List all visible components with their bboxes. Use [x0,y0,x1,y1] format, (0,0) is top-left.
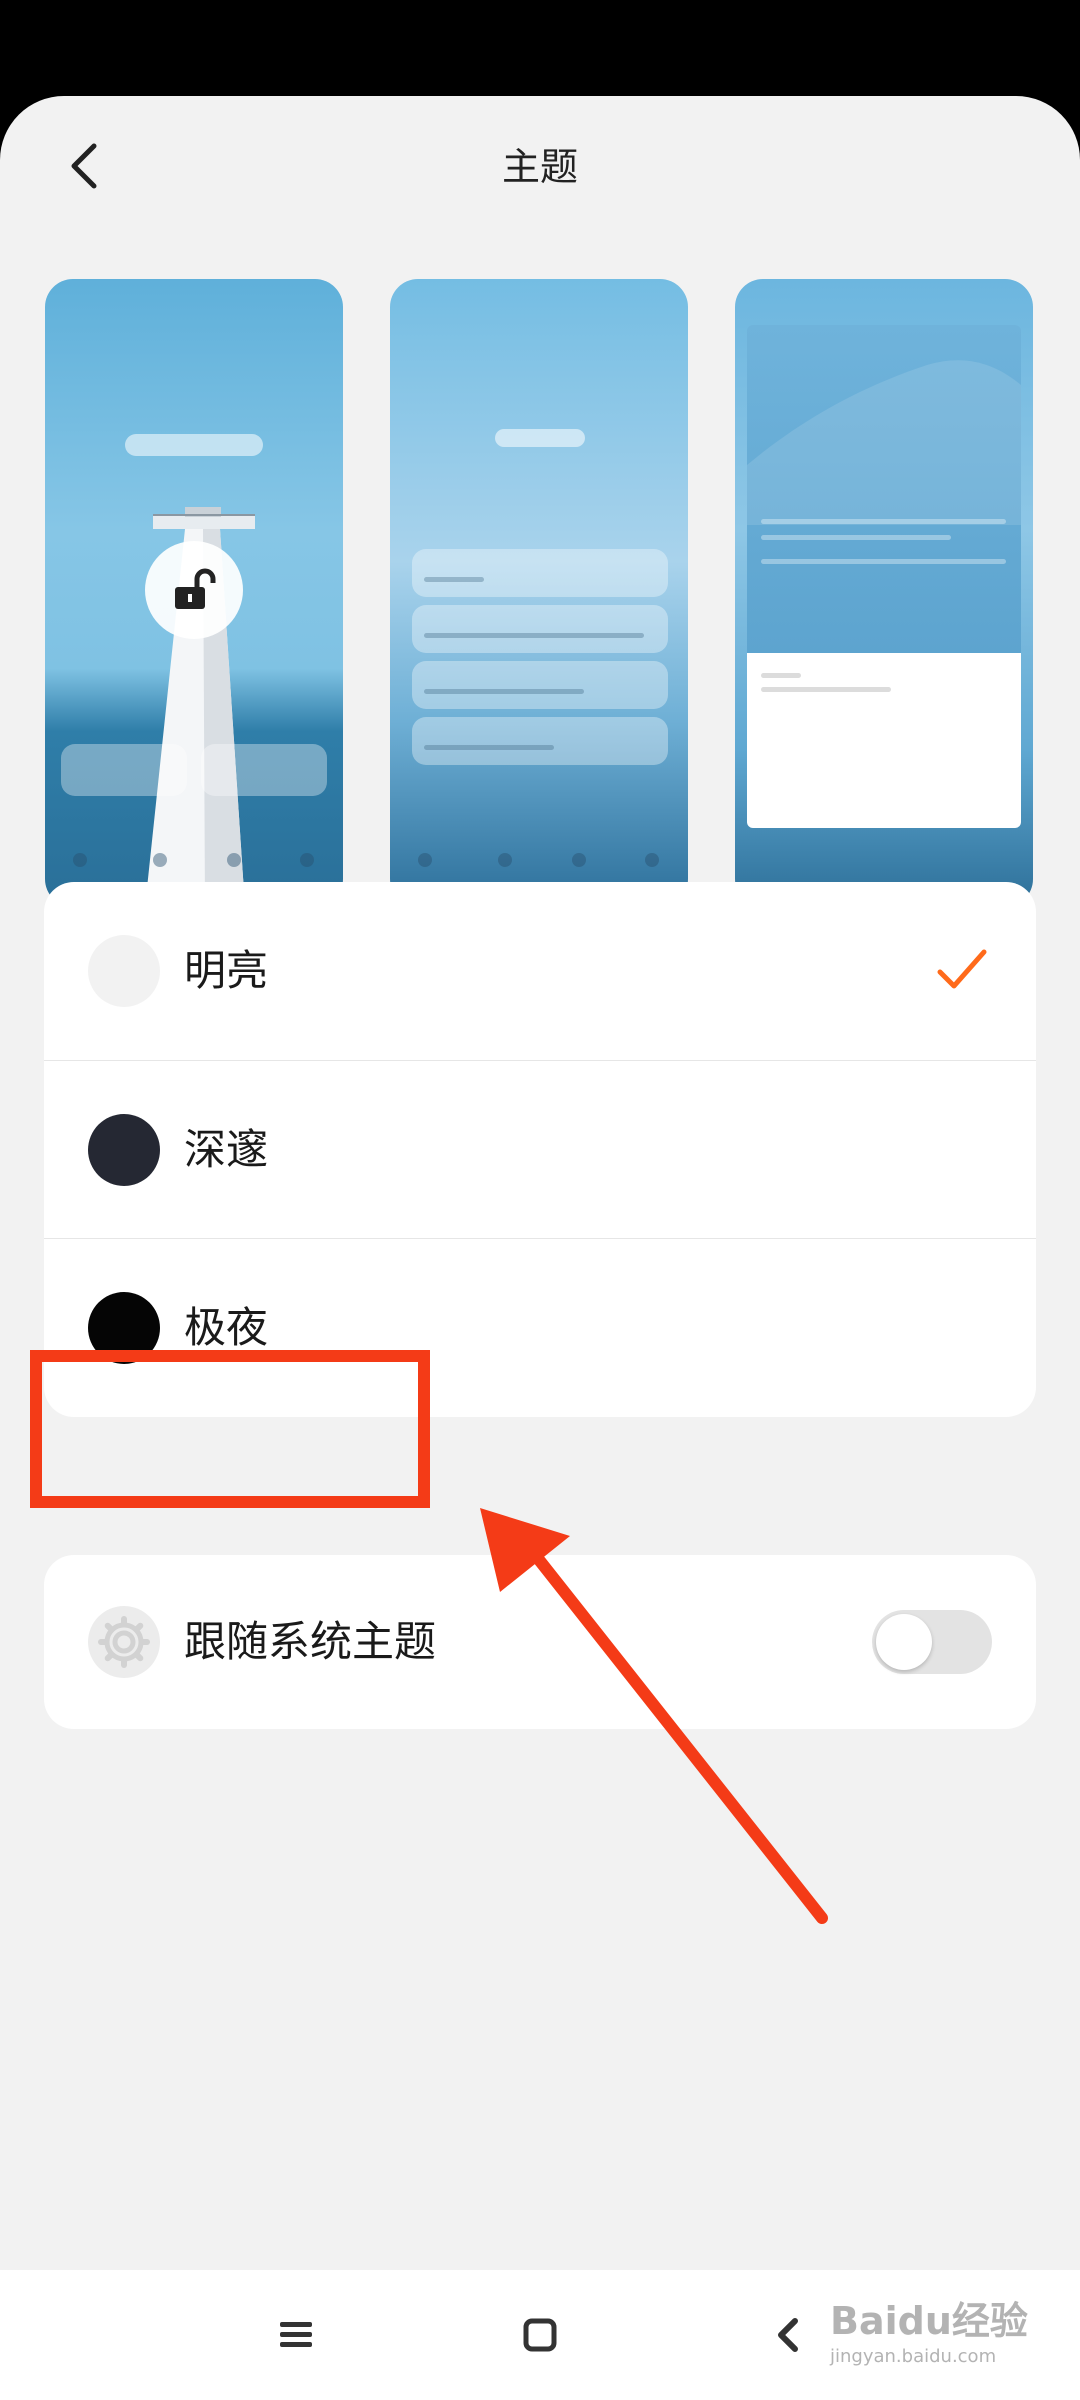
home-square-icon [523,2318,557,2352]
menu-button[interactable] [266,2305,326,2365]
watermark-sub: jingyan.baidu.com [830,2346,997,2367]
home-button[interactable] [510,2305,570,2365]
baidu-watermark: Baidu经验 jingyan.baidu.com [820,2280,1060,2380]
back-triangle-icon [778,2318,798,2352]
menu-icon [280,2322,312,2347]
watermark-main: Baidu经验 [830,2299,1028,2343]
screen: 主题 明亮 深邃 极夜 跟随系统主题 Baidu经验 jingyan.baidu… [0,0,1080,2400]
annotation-arrow [480,1508,828,1924]
back-nav-button[interactable] [758,2305,818,2365]
